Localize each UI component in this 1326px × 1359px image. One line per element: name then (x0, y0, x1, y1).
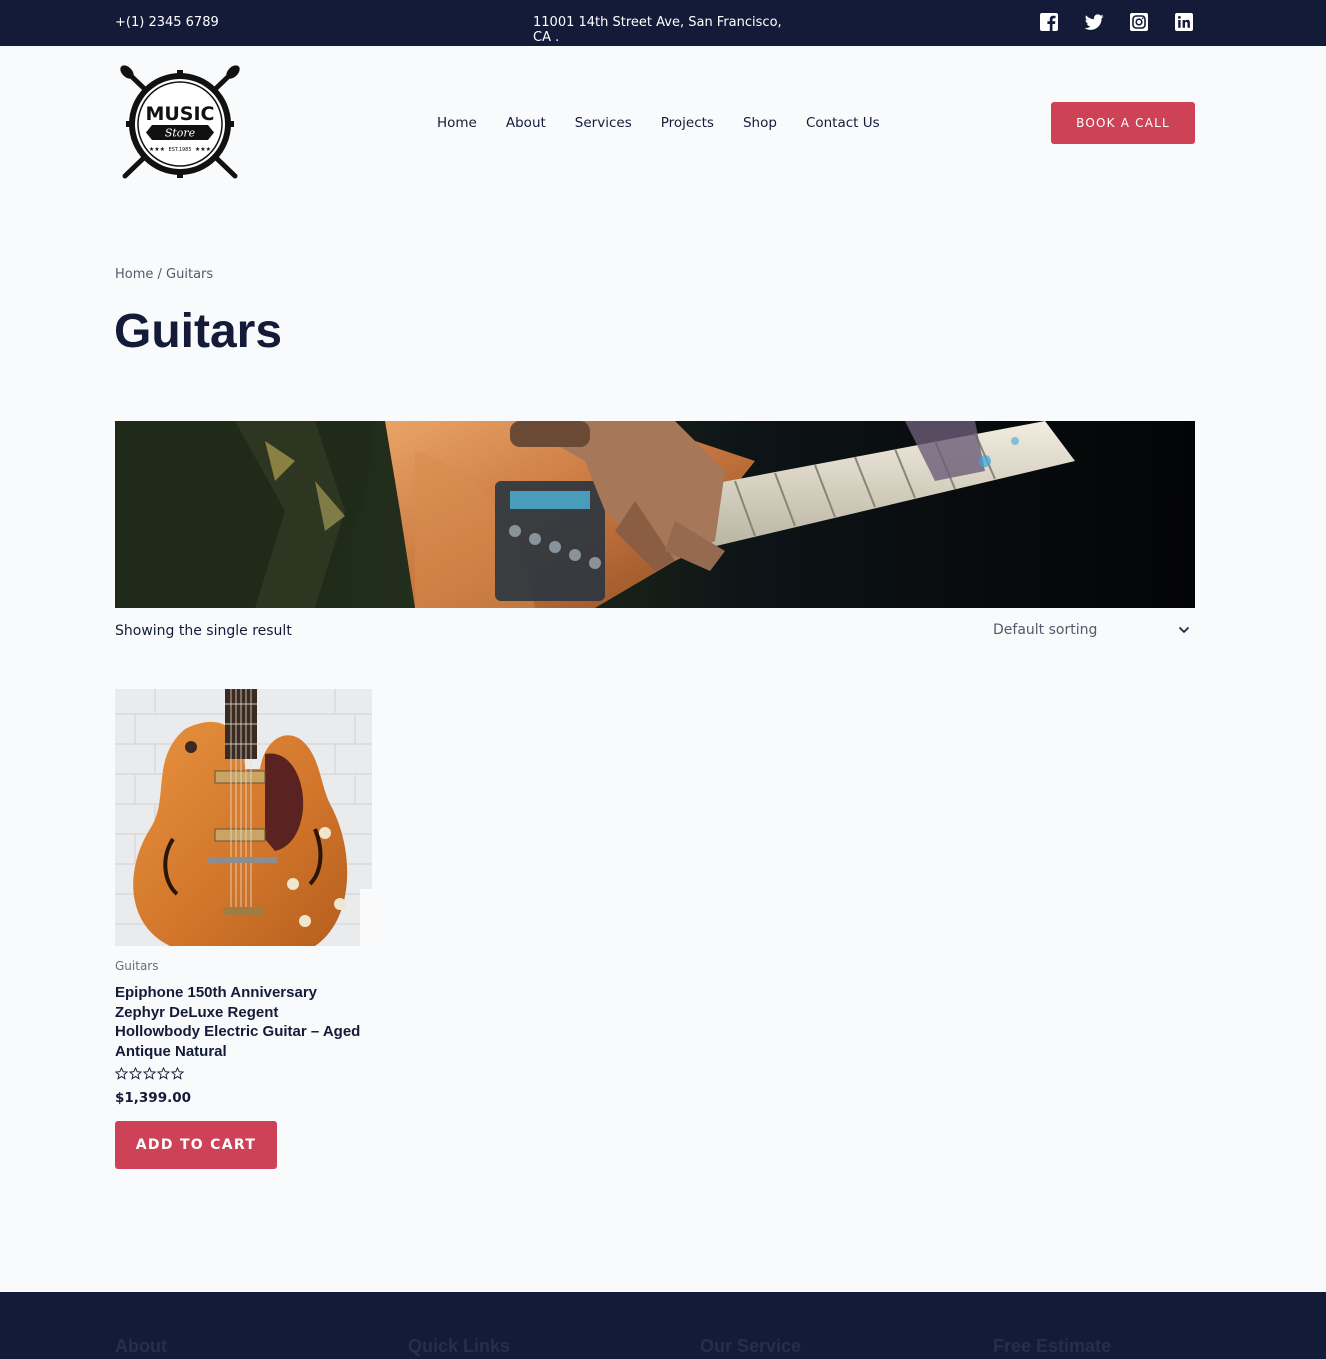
star-empty-icon (171, 1067, 184, 1080)
star-empty-icon (115, 1067, 128, 1080)
nav-home[interactable]: Home (437, 115, 477, 131)
social-links (1039, 12, 1194, 32)
music-store-logo[interactable]: MUSIC Store EST.1985 ★★★ ★★★ (115, 60, 245, 188)
product-image[interactable] (115, 689, 372, 946)
nav-about[interactable]: About (506, 115, 546, 131)
star-empty-icon (143, 1067, 156, 1080)
footer-heading-free-estimate: Free Estimate (993, 1336, 1112, 1356)
svg-text:★★★: ★★★ (195, 146, 211, 153)
linkedin-icon[interactable] (1174, 12, 1194, 32)
phone-number[interactable]: +(1) 2345 6789 (115, 15, 219, 30)
svg-text:★★★: ★★★ (149, 146, 165, 153)
product-rating (115, 1067, 184, 1080)
instagram-icon[interactable] (1129, 12, 1149, 32)
product-title[interactable]: Epiphone 150th Anniversary Zephyr DeLuxe… (115, 983, 365, 1061)
main-nav: Home About Services Projects Shop Contac… (437, 115, 880, 131)
breadcrumb-home[interactable]: Home (115, 267, 153, 282)
star-empty-icon (157, 1067, 170, 1080)
footer-heading-our-service: Our Service (700, 1336, 802, 1356)
product-price: $1,399.00 (115, 1090, 192, 1106)
footer: About Quick Links Our Service Free Estim… (0, 1292, 1326, 1359)
sorting-selected-value: Default sorting (993, 622, 1098, 638)
category-banner-image (115, 421, 1195, 608)
address-text: 11001 14th Street Ave, San Francisco, CA… (533, 15, 782, 45)
product-category[interactable]: Guitars (115, 959, 158, 973)
logo-est: EST.1985 (168, 147, 191, 153)
book-a-call-button[interactable]: BOOK A CALL (1051, 102, 1195, 144)
logo-title: MUSIC (145, 103, 214, 125)
nav-services[interactable]: Services (575, 115, 632, 131)
nav-contact-us[interactable]: Contact Us (806, 115, 880, 131)
footer-heading-about: About (115, 1336, 167, 1356)
breadcrumb-separator: / (153, 267, 167, 282)
sorting-select[interactable]: Default sorting (993, 622, 1195, 642)
nav-shop[interactable]: Shop (743, 115, 777, 131)
page-title: Guitars (114, 305, 283, 358)
twitter-icon[interactable] (1084, 12, 1104, 32)
chevron-down-icon (1178, 626, 1190, 634)
result-count: Showing the single result (115, 623, 292, 639)
nav-projects[interactable]: Projects (661, 115, 714, 131)
logo-subtitle: Store (165, 127, 196, 140)
star-empty-icon (129, 1067, 142, 1080)
footer-heading-quick-links: Quick Links (408, 1336, 511, 1356)
add-to-cart-button[interactable]: ADD TO CART (115, 1121, 277, 1169)
top-bar: +(1) 2345 6789 11001 14th Street Ave, Sa… (0, 0, 1326, 46)
breadcrumb-current: Guitars (166, 267, 214, 282)
breadcrumb: Home / Guitars (115, 267, 213, 282)
facebook-icon[interactable] (1039, 12, 1059, 32)
